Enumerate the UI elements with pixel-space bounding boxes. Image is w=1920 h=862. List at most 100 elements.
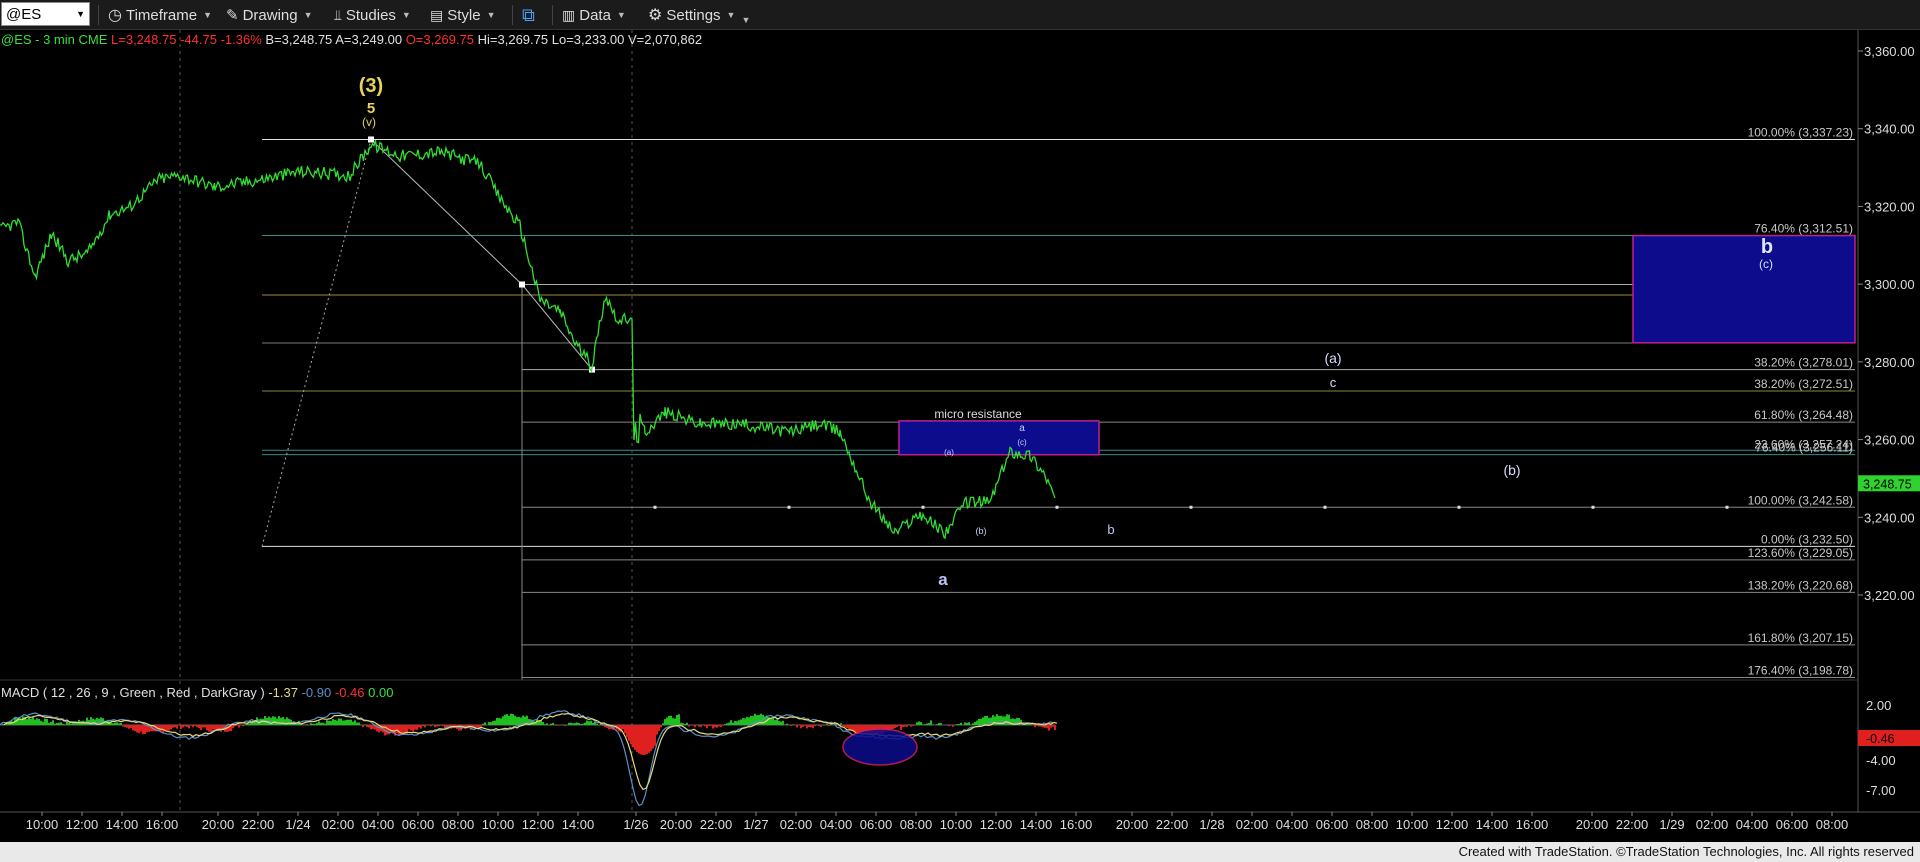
macd-histogram-bar xyxy=(130,725,132,729)
macd-histogram-bar xyxy=(748,717,750,725)
macd-histogram-bar xyxy=(126,725,128,728)
macd-histogram-bar xyxy=(490,722,492,725)
gear-icon: ⚙ xyxy=(648,7,663,24)
chevron-down-icon: ▼ xyxy=(741,15,751,25)
macd-histogram-bar xyxy=(804,725,806,726)
wave-label: (c) xyxy=(1017,438,1027,447)
macd-histogram-bar xyxy=(842,725,844,727)
macd-histogram-bar xyxy=(982,717,984,725)
macd-histogram-bar xyxy=(434,725,436,728)
macd-histogram-bar xyxy=(500,718,502,725)
macd-histogram-bar xyxy=(26,719,28,725)
macd-histogram-bar xyxy=(276,718,278,725)
price-chart[interactable]: 100.00% (3,337.23) 76.40% (3,312.51) 0.00%… xyxy=(0,30,1920,842)
pencil-icon: ✎ xyxy=(226,7,239,24)
projection-dot xyxy=(1457,505,1461,509)
macd-histogram-bar xyxy=(660,725,662,728)
fib-level-label: 123.60% (3,229.05) xyxy=(1748,546,1853,560)
macd-histogram-bar xyxy=(642,725,644,755)
macd-histogram-bar xyxy=(204,725,206,728)
macd-histogram-bar xyxy=(554,724,556,725)
macd-histogram-bar xyxy=(626,725,628,738)
macd-histogram-bar xyxy=(832,724,834,725)
macd-histogram-bar xyxy=(658,725,660,732)
style-button[interactable]: ▤ Style ▼ xyxy=(430,4,496,26)
symbol-input[interactable]: @ES ▼ xyxy=(1,2,90,26)
target-b-box xyxy=(1632,234,1856,344)
macd-histogram-bar xyxy=(622,725,624,730)
macd-histogram-bar xyxy=(634,725,636,750)
macd-histogram-bar xyxy=(176,725,178,729)
bid: B=3,248.75 xyxy=(265,32,333,47)
macd-histogram-bar xyxy=(980,718,982,725)
x-tick-label: 08:00 xyxy=(1356,817,1389,832)
layout-button[interactable]: ⧉ xyxy=(522,4,535,26)
macd-histogram-bar xyxy=(332,719,334,725)
macd-histogram-bar xyxy=(54,723,56,725)
studies-button[interactable]: ⫫ Studies ▼ xyxy=(334,4,411,26)
projection-dot xyxy=(1055,505,1059,509)
wave-label: a xyxy=(1019,423,1025,434)
macd-histogram-bar xyxy=(442,725,444,727)
macd-histogram-bar xyxy=(244,724,246,725)
macd-histogram-bar xyxy=(514,715,516,725)
fib-level-label: 138.20% (3,220.68) xyxy=(1748,578,1853,592)
x-tick-label: 20:00 xyxy=(660,817,693,832)
macd-histogram-bar xyxy=(438,725,440,727)
macd-histogram-bar xyxy=(558,725,560,726)
fib-level-label: 76.40% (3,312.51) xyxy=(1754,222,1853,236)
macd-histogram-bar xyxy=(774,720,776,725)
y-tick-label: 3,320.00 xyxy=(1864,199,1915,214)
hist-value: -0.46 xyxy=(334,685,365,700)
y-tick-label: 3,340.00 xyxy=(1864,122,1915,137)
chevron-down-icon: ▼ xyxy=(616,10,626,20)
macd-histogram-bar xyxy=(184,725,186,727)
data-button[interactable]: ▥ Data ▼ xyxy=(562,4,626,26)
macd-histogram-bar xyxy=(160,725,162,732)
macd-histogram-bar xyxy=(674,718,676,725)
macd-histogram-bar xyxy=(580,724,582,725)
macd-histogram-bar xyxy=(722,725,724,726)
wave-label: (a) xyxy=(1324,350,1341,366)
macd-histogram-bar xyxy=(550,723,552,725)
macd-histogram-bar xyxy=(640,725,642,755)
macd-histogram-bar xyxy=(386,725,388,735)
macd-histogram-bar xyxy=(924,724,926,725)
macd-histogram-bar xyxy=(638,725,640,754)
macd-histogram-bar xyxy=(598,725,600,726)
macd-histogram-bar xyxy=(370,725,372,730)
macd-histogram-bar xyxy=(40,720,42,725)
macd-histogram-bar xyxy=(1054,725,1056,731)
macd-histogram-bar xyxy=(562,724,564,725)
drawing-button[interactable]: ✎ Drawing ▼ xyxy=(226,4,313,26)
macd-histogram-bar xyxy=(548,725,550,726)
wave-label: (3) xyxy=(359,75,383,97)
macd-histogram-bar xyxy=(690,725,692,726)
macd-histogram-bar xyxy=(922,724,924,725)
macd-histogram-bar xyxy=(570,722,572,725)
macd-histogram-bar xyxy=(812,725,814,729)
settings-button[interactable]: ⚙ Settings ▼ ▼ xyxy=(648,4,750,26)
quote-header: @ES - 3 min CME L=3,248.75 -44.75 -1.36%… xyxy=(1,32,702,47)
x-tick-label: 10:00 xyxy=(1396,817,1429,832)
macd-histogram-bar xyxy=(628,725,630,741)
macd-histogram-bar xyxy=(648,725,650,753)
fib-level-label: 76.40% (3,256.11) xyxy=(1755,441,1853,455)
x-tick-label: 22:00 xyxy=(1156,817,1189,832)
macd-histogram-bar xyxy=(636,725,638,752)
last-price-label: 3,248.75 xyxy=(1863,477,1912,491)
timeframe-button[interactable]: ◷ Timeframe ▼ xyxy=(108,4,212,26)
chevron-down-icon: ▼ xyxy=(76,9,85,19)
macd-histogram-bar xyxy=(318,721,320,725)
macd-histogram-bar xyxy=(368,725,370,728)
macd-header: MACD ( 12 , 26 , 9 , Green , Red , DarkG… xyxy=(1,685,393,700)
macd-histogram-bar xyxy=(806,725,808,729)
y-tick-label: 3,300.00 xyxy=(1864,277,1915,292)
macd-histogram-bar xyxy=(540,721,542,725)
macd-histogram-bar xyxy=(348,719,350,725)
macd-histogram-bar xyxy=(704,725,706,727)
macd-histogram-bar xyxy=(790,725,792,727)
toolbar-divider xyxy=(512,5,513,25)
x-tick-label: 16:00 xyxy=(1516,817,1549,832)
macd-histogram-bar xyxy=(668,715,670,725)
